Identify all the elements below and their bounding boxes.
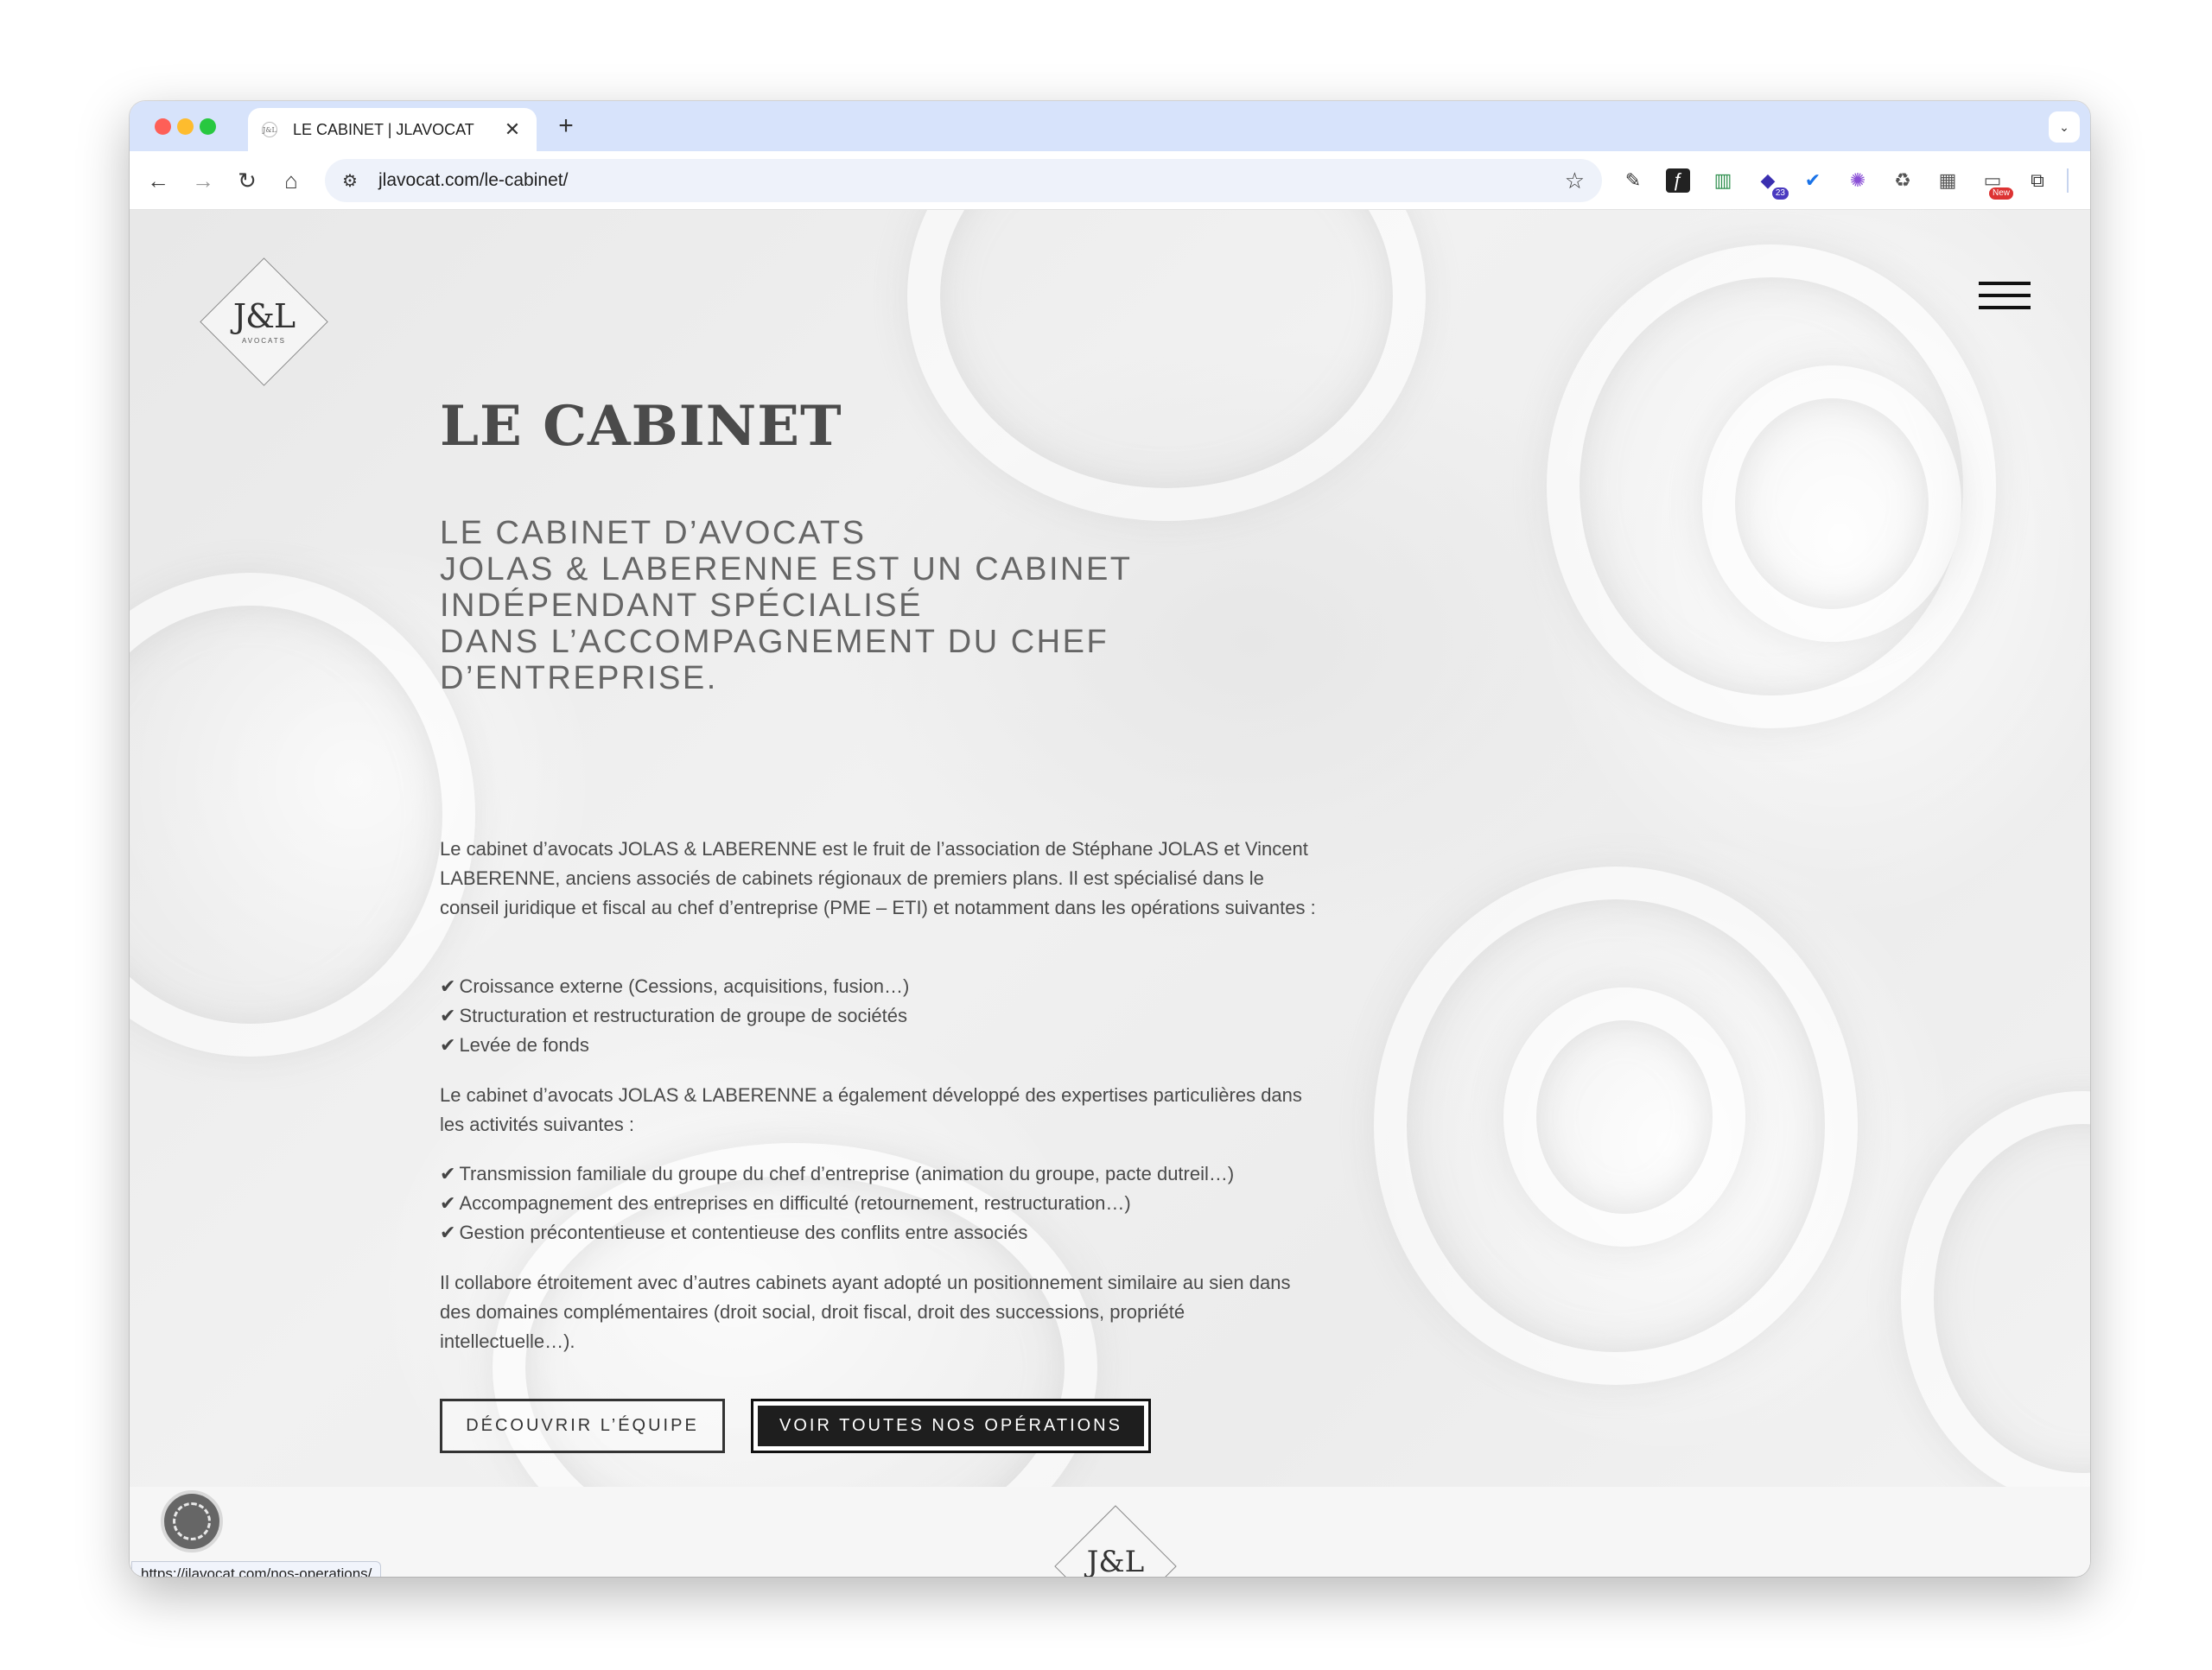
tab-title: LE CABINET | JLAVOCAT xyxy=(293,120,474,138)
check-icon: ✔ xyxy=(440,1192,456,1214)
decor-swirl xyxy=(1901,1091,2090,1506)
back-button[interactable]: ← xyxy=(143,165,174,196)
site-info-icon[interactable]: ⚙ xyxy=(342,170,368,192)
logo-mark: J&L xyxy=(232,297,296,335)
check-icon: ✔ xyxy=(440,1005,456,1026)
gear-flower-icon[interactable]: ✺ xyxy=(1840,163,1875,198)
recycle-icon[interactable]: ♻ xyxy=(1885,163,1920,198)
subtitle-line: D’ENTREPRISE. xyxy=(440,660,718,696)
grad-cap-icon[interactable]: ◆ 23 xyxy=(1751,163,1789,200)
extensions-icon[interactable]: ⧉ xyxy=(2020,163,2055,198)
list-item: ✔ Croissance externe (Cessions, acquisiti… xyxy=(440,975,910,997)
bookmark-star-icon[interactable]: ☆ xyxy=(1565,168,1585,194)
home-button[interactable]: ⌂ xyxy=(276,165,307,196)
tab-bar: J&L LE CABINET | JLAVOCAT ✕ + ⌄ xyxy=(130,101,2090,151)
check-icon: ✔ xyxy=(440,1034,456,1056)
intro-paragraph: Le cabinet d’avocats JOLAS & LABERENNE e… xyxy=(440,838,1316,918)
footer-logo-mark: J&L xyxy=(1086,1545,1145,1577)
decor-swirl xyxy=(130,573,475,1057)
check-icon: ✔ xyxy=(440,1222,456,1243)
page-viewport: J&L AVOCATS LE CABINET LE CABINET D’AVOC… xyxy=(130,210,2090,1577)
new-badge-icon[interactable]: ▭ New xyxy=(1975,163,2013,200)
close-tab-icon[interactable]: ✕ xyxy=(502,118,523,141)
collaboration-paragraph: Il collabore étroitement avec d’autres c… xyxy=(440,1272,1291,1352)
extension-badge: 23 xyxy=(1771,187,1789,200)
reload-button[interactable]: ↻ xyxy=(232,165,263,196)
check-icon: ✔ xyxy=(440,1163,456,1184)
list-item: ✔ Structuration et restructuration de gro… xyxy=(440,1005,907,1026)
page-title: LE CABINET xyxy=(440,394,842,459)
list-item: ✔ Accompagnement des entreprises en diffi… xyxy=(440,1192,1131,1214)
minimize-window-button[interactable] xyxy=(177,118,194,135)
browser-window: J&L LE CABINET | JLAVOCAT ✕ + ⌄ ← → ↻ ⌂ … xyxy=(130,101,2090,1577)
fingerprint-icon xyxy=(173,1502,211,1540)
extensions-area: ✎ ƒ ▥ ◆23 ✔ ✺ ♻ ▦ ▭New ⧉ ☰ ⋮ xyxy=(1616,163,2090,200)
subtitle-line: INDÉPENDANT SPÉCIALISÉ xyxy=(440,587,924,624)
site-favicon-icon: J&L xyxy=(262,122,277,137)
page-subtitle: LE CABINET D’AVOCATS JOLAS & LABERENNE E… xyxy=(440,515,1217,696)
eyedropper-icon[interactable]: ✎ xyxy=(1616,163,1650,198)
logo-subtitle: AVOCATS xyxy=(241,337,287,345)
list-item: ✔ Transmission familiale du groupe du che… xyxy=(440,1163,1235,1184)
reading-list-icon[interactable]: ☰ xyxy=(2081,163,2090,198)
hamburger-menu-icon[interactable] xyxy=(1979,282,2031,311)
new-tab-button[interactable]: + xyxy=(551,111,581,141)
chart-icon[interactable]: ▥ xyxy=(1706,163,1740,198)
address-bar[interactable]: ⚙ jlavocat.com/le-cabinet/ ☆ xyxy=(325,159,1602,202)
expertise-paragraph: Le cabinet d’avocats JOLAS & LABERENNE a… xyxy=(440,1084,1302,1135)
forward-button[interactable]: → xyxy=(188,165,219,196)
subtitle-line: LE CABINET D’AVOCATS xyxy=(440,515,867,551)
maximize-window-button[interactable] xyxy=(200,118,216,135)
tab-le-cabinet[interactable]: J&L LE CABINET | JLAVOCAT ✕ xyxy=(248,108,537,151)
operations-list: ✔ Croissance externe (Cessions, acquisiti… xyxy=(440,972,1321,1060)
view-operations-button[interactable]: VOIR TOUTES NOS OPÉRATIONS xyxy=(751,1399,1151,1453)
check-badge-icon[interactable]: ✔ xyxy=(1796,163,1830,198)
status-bar-url: https://jlavocat.com/nos-operations/ xyxy=(131,1561,382,1577)
toolbar-divider xyxy=(2067,168,2069,193)
cookie-consent-button[interactable] xyxy=(161,1490,223,1553)
decor-swirl xyxy=(1702,365,1961,642)
new-badge: New xyxy=(1988,187,2013,200)
url-text[interactable]: jlavocat.com/le-cabinet/ xyxy=(378,170,1565,191)
view-operations-label: VOIR TOUTES NOS OPÉRATIONS xyxy=(758,1406,1144,1446)
check-icon: ✔ xyxy=(440,975,456,997)
decor-swirl xyxy=(1503,987,1745,1247)
subtitle-line: DANS L’ACCOMPAGNEMENT DU CHEF xyxy=(440,624,1109,660)
list-item: ✔ Levée de fonds xyxy=(440,1034,589,1056)
expertise-list: ✔ Transmission familiale du groupe du che… xyxy=(440,1159,1321,1248)
puzzle-grid-icon[interactable]: ▦ xyxy=(1930,163,1965,198)
list-item: ✔ Gestion précontentieuse et contentieuse… xyxy=(440,1222,1028,1243)
subtitle-line: JOLAS & LABERENNE EST UN CABINET xyxy=(440,551,1133,587)
tab-search-button[interactable]: ⌄ xyxy=(2049,111,2080,143)
close-window-button[interactable] xyxy=(155,118,171,135)
decor-swirl xyxy=(907,210,1426,521)
discover-team-button[interactable]: DÉCOUVRIR L’ÉQUIPE xyxy=(440,1399,725,1453)
browser-toolbar: ← → ↻ ⌂ ⚙ jlavocat.com/le-cabinet/ ☆ ✎ ƒ… xyxy=(130,151,2090,210)
font-icon[interactable]: ƒ xyxy=(1666,168,1690,193)
